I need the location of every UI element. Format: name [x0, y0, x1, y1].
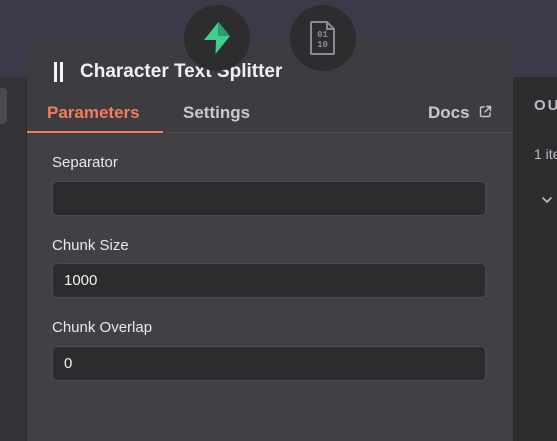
- chunk-overlap-label: Chunk Overlap: [52, 319, 153, 336]
- app-stage: OU 1 ite Character Text Splitter Paramet…: [0, 0, 557, 441]
- binary-data-button[interactable]: 01 10: [290, 5, 356, 71]
- output-panel: [513, 77, 557, 441]
- svg-text:10: 10: [317, 40, 328, 50]
- output-items-count: 1 ite: [534, 146, 557, 162]
- chunk-overlap-input[interactable]: [52, 346, 486, 381]
- svg-text:01: 01: [317, 30, 328, 40]
- output-panel-title: OU: [534, 97, 557, 114]
- chevron-down-icon[interactable]: [541, 192, 553, 210]
- supabase-node-button[interactable]: [184, 5, 250, 71]
- input-panel-toggle[interactable]: [0, 88, 7, 124]
- node-title[interactable]: Character Text Splitter: [80, 61, 282, 83]
- tab-settings[interactable]: Settings: [183, 103, 250, 123]
- tab-parameters[interactable]: Parameters: [47, 103, 140, 123]
- chunk-size-label: Chunk Size: [52, 237, 129, 254]
- binary-file-icon: 01 10: [310, 21, 335, 55]
- active-tab-indicator: [27, 131, 163, 133]
- external-link-icon[interactable]: [479, 105, 492, 123]
- separator-input[interactable]: [52, 181, 486, 216]
- input-panel-edge: [0, 77, 26, 441]
- chunk-size-input[interactable]: [52, 263, 486, 298]
- separator-label: Separator: [52, 154, 118, 171]
- docs-link[interactable]: Docs: [428, 103, 470, 123]
- lightning-bolt-icon: [204, 22, 230, 54]
- drag-handle-icon[interactable]: [54, 62, 64, 82]
